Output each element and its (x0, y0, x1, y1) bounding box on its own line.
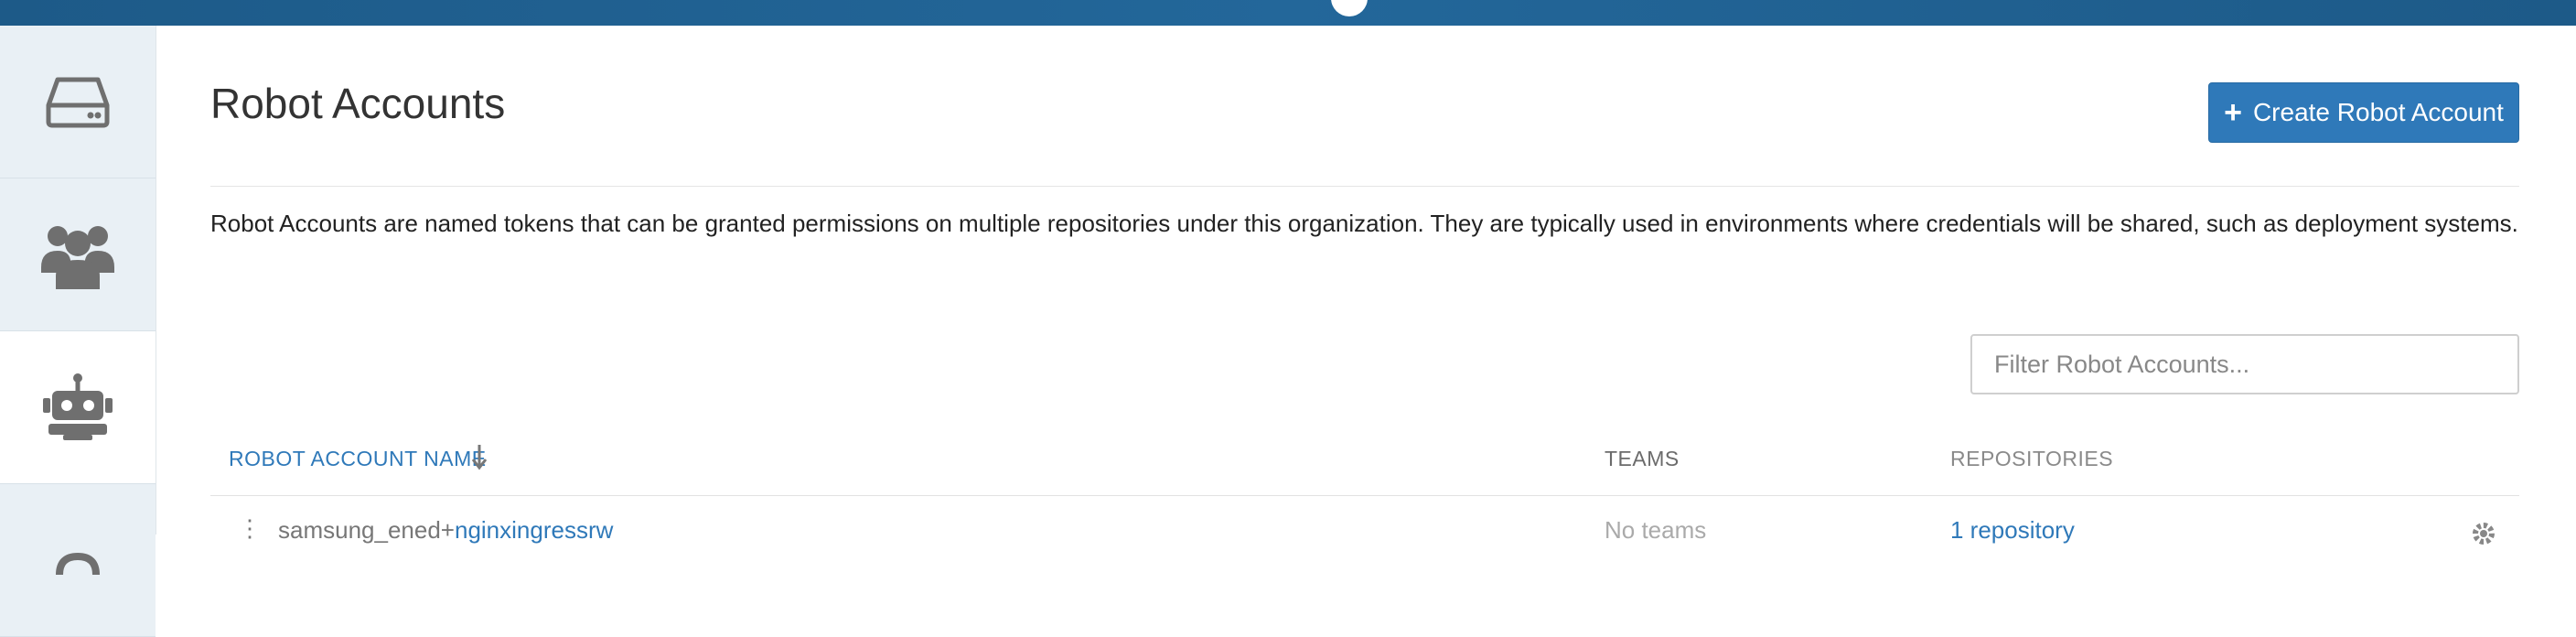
column-header-teams: TEAMS (1605, 447, 1680, 470)
sidebar-item-teams[interactable] (0, 178, 156, 331)
create-robot-account-button[interactable]: + Create Robot Account (2208, 82, 2519, 143)
sort-descending-icon[interactable] (470, 443, 488, 470)
column-header-repositories: REPOSITORIES (1950, 447, 2114, 470)
sidebar (0, 26, 156, 637)
page-title: Robot Accounts (210, 80, 506, 127)
robot-account-teams: No teams (1605, 516, 1707, 544)
robot-account-repositories-link[interactable]: 1 repository (1950, 516, 2075, 545)
sidebar-item-robot-accounts[interactable] (0, 331, 156, 484)
hard-drive-icon (46, 77, 110, 128)
expand-row-icon[interactable]: ⋮ (238, 514, 262, 543)
top-header-bar (0, 0, 2576, 26)
filter-robot-accounts-input[interactable] (1970, 334, 2519, 394)
page-description: Robot Accounts are named tokens that can… (210, 210, 2518, 237)
sidebar-item-next[interactable] (0, 484, 156, 637)
table-row: ⋮ samsung_ened+nginxingressrw No teams 1… (210, 514, 2552, 551)
sidebar-item-repositories[interactable] (0, 26, 156, 178)
robot-account-namespace: samsung_ened+ (278, 516, 455, 544)
gear-icon[interactable] (2470, 520, 2497, 547)
logo-fragment (1331, 0, 1368, 16)
partial-icon (56, 552, 100, 576)
table-header-divider (210, 495, 2519, 496)
header-divider (210, 186, 2519, 187)
create-robot-account-label: Create Robot Account (2252, 98, 2504, 126)
plus-icon: + (2224, 95, 2242, 130)
robot-account-name: samsung_ened+nginxingressrw (278, 516, 613, 545)
column-header-robot-account-name[interactable]: ROBOT ACCOUNT NAME (229, 447, 487, 471)
robot-icon (43, 373, 113, 440)
users-icon (41, 226, 114, 289)
robot-account-shortname-link[interactable]: nginxingressrw (455, 516, 613, 544)
